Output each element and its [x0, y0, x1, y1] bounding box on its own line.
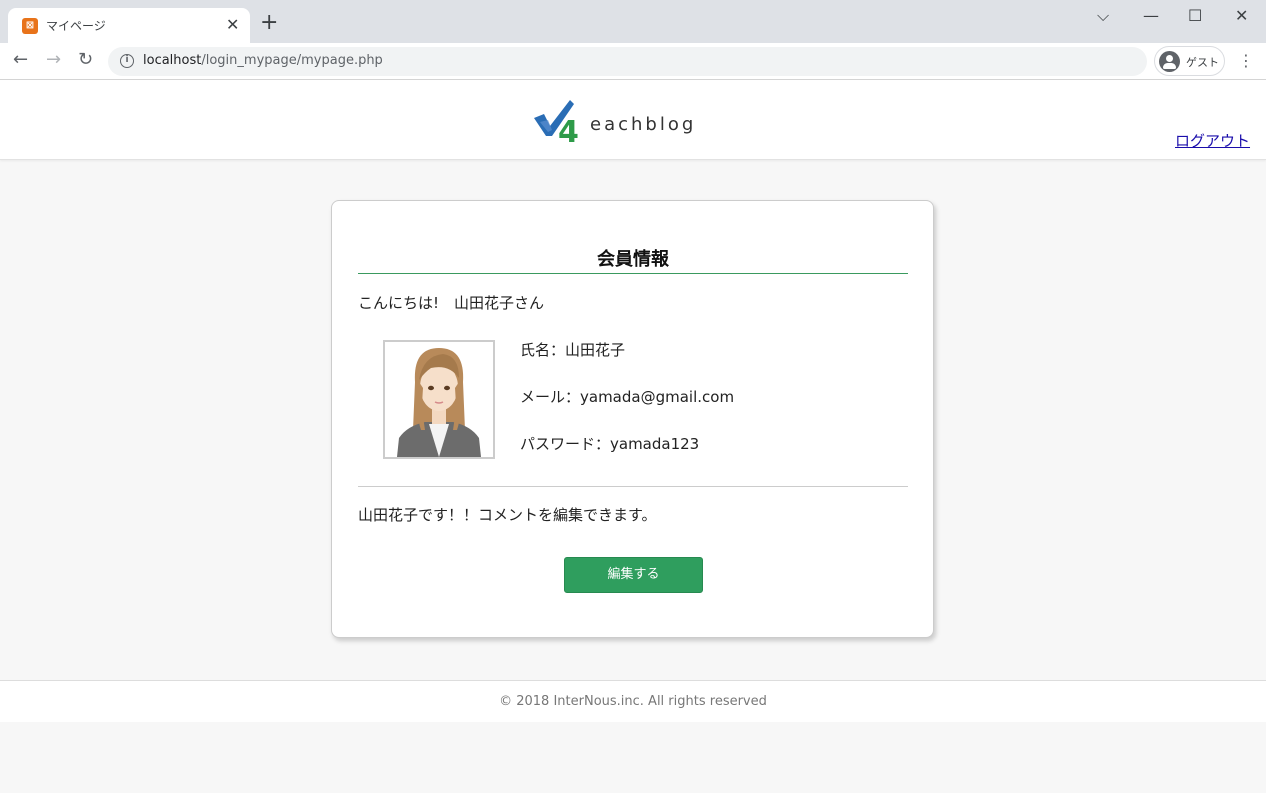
- section-divider: [358, 486, 908, 487]
- tab-title: マイページ: [46, 19, 106, 33]
- browser-toolbar: ← → ↻ i localhost/login_mypage/mypage.ph…: [0, 43, 1266, 80]
- forward-arrow-icon[interactable]: →: [46, 51, 61, 69]
- site-info-icon[interactable]: i: [120, 54, 134, 68]
- email-field: メール：yamada@gmail.com: [520, 388, 735, 406]
- name-field: 氏名：山田花子: [520, 341, 626, 359]
- profile-button[interactable]: ゲスト: [1154, 46, 1225, 76]
- browser-tab[interactable]: ⊠ マイページ ✕: [8, 8, 250, 43]
- title-divider: [358, 273, 908, 274]
- password-field: パスワード：yamada123: [520, 435, 700, 453]
- new-tab-button[interactable]: +: [260, 12, 278, 34]
- reload-icon[interactable]: ↻: [78, 51, 93, 69]
- tab-search-chevron-icon[interactable]: ⌵: [1097, 6, 1109, 26]
- browser-menu-icon[interactable]: ⋮: [1238, 51, 1254, 70]
- member-info-card: 会員情報 こんにちは! 山田花子さん 氏名：山田花子 メール：yamada@gm…: [331, 200, 934, 638]
- address-bar[interactable]: i localhost/login_mypage/mypage.php: [108, 47, 1147, 76]
- url-text[interactable]: localhost/login_mypage/mypage.php: [143, 53, 383, 68]
- back-arrow-icon[interactable]: ←: [13, 51, 28, 69]
- logo-wordmark: eachblog: [590, 114, 697, 135]
- profile-label: ゲスト: [1186, 56, 1219, 69]
- logo-mark-icon: 4: [534, 100, 579, 150]
- avatar-illustration-icon: [385, 342, 493, 457]
- logout-link[interactable]: ログアウト: [1175, 130, 1250, 151]
- site-logo[interactable]: 4 eachblog: [530, 96, 730, 150]
- comment-text: 山田花子です！！コメントを編集できます。: [358, 506, 657, 524]
- url-path: /login_mypage/mypage.php: [201, 53, 383, 68]
- xampp-favicon-icon: ⊠: [22, 18, 38, 34]
- close-window-button[interactable]: ✕: [1235, 6, 1248, 25]
- site-header: 4 eachblog ログアウト: [0, 80, 1266, 160]
- greeting-text: こんにちは! 山田花子さん: [358, 294, 545, 312]
- copyright-text: © 2018 InterNous.inc. All rights reserve…: [499, 694, 767, 709]
- maximize-button[interactable]: ☐: [1188, 6, 1202, 25]
- profile-photo: [383, 340, 495, 459]
- browser-titlebar: ⊠ マイページ ✕ + ⌵ — ☐ ✕: [0, 0, 1266, 43]
- card-title: 会員情報: [597, 249, 669, 270]
- edit-button[interactable]: 編集する: [564, 557, 703, 593]
- guest-avatar-icon: [1159, 51, 1180, 72]
- url-host: localhost: [143, 53, 202, 68]
- site-footer: © 2018 InterNous.inc. All rights reserve…: [0, 680, 1266, 722]
- svg-text:4: 4: [558, 115, 579, 146]
- minimize-button[interactable]: —: [1143, 6, 1159, 25]
- tab-close-icon[interactable]: ✕: [226, 15, 239, 34]
